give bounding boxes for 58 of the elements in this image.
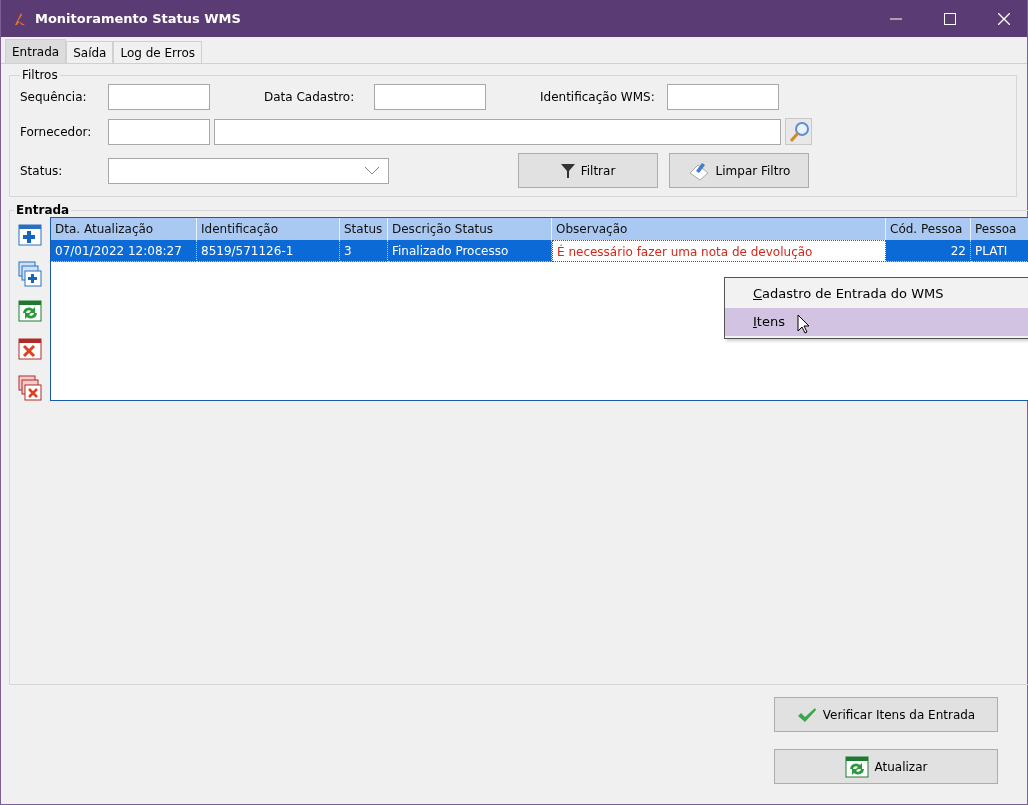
status-dropdown[interactable] xyxy=(108,157,389,184)
app-logo-icon xyxy=(13,11,27,26)
add-multiple-button[interactable] xyxy=(17,261,43,287)
chevron-down-icon xyxy=(364,166,380,175)
window-title: Monitoramento Status WMS xyxy=(35,11,242,26)
input-field[interactable] xyxy=(108,118,210,145)
refresh-icon xyxy=(18,299,42,323)
column-header[interactable]: Status xyxy=(340,218,388,240)
action-button[interactable]: Atualizar xyxy=(774,749,998,784)
add-multiple-icon xyxy=(18,261,42,287)
input-field[interactable] xyxy=(214,118,781,145)
input-field[interactable] xyxy=(108,84,210,110)
menu-item[interactable]: Cadastro de Entrada do WMS xyxy=(725,280,1028,308)
delete-multiple-icon xyxy=(18,375,42,401)
table-cell: 22 xyxy=(886,240,971,262)
column-header[interactable]: Dta. Atualização xyxy=(51,218,197,240)
magnifier-icon xyxy=(787,120,810,143)
field-label: Sequência: xyxy=(20,90,88,104)
menu-item[interactable]: Itens xyxy=(725,308,1028,336)
input-field[interactable] xyxy=(374,84,486,110)
field-label: Data Cadastro: xyxy=(264,90,356,104)
table-cell: 3 xyxy=(340,240,388,262)
table-cell: Finalizado Processo xyxy=(388,240,552,262)
refresh-button[interactable] xyxy=(17,299,43,325)
group-title: Filtros xyxy=(21,68,59,82)
group-title: Entrada xyxy=(15,203,71,217)
column-header[interactable]: Pessoa xyxy=(971,218,1028,240)
refresh-icon xyxy=(844,754,869,779)
column-header[interactable]: Cód. Pessoa xyxy=(886,218,971,240)
eraser-icon xyxy=(687,160,710,181)
input-field[interactable] xyxy=(667,84,779,110)
table-cell: É necessário fazer uma nota de devolução xyxy=(552,240,886,262)
field-label: Fornecedor: xyxy=(20,124,93,139)
table-cell: PLATI xyxy=(971,240,1028,262)
delete-button[interactable] xyxy=(17,337,43,363)
add-icon xyxy=(18,223,42,247)
table-cell: 8519/571126-1 xyxy=(197,240,340,262)
delete-multiple-button[interactable] xyxy=(17,375,43,401)
clear-filter-button[interactable]: Limpar Filtro xyxy=(669,153,809,188)
delete-icon xyxy=(18,337,42,361)
tab[interactable]: Log de Erros xyxy=(113,41,203,63)
checkmark-icon xyxy=(796,706,817,723)
pointer-icon xyxy=(797,314,811,334)
column-header[interactable]: Identificação xyxy=(197,218,340,240)
table-cell: 07/01/2022 12:08:27 xyxy=(51,240,197,262)
field-label: Identificação WMS: xyxy=(540,90,656,104)
field-label: Status: xyxy=(20,163,64,178)
close-icon xyxy=(998,12,1010,25)
action-button[interactable]: Verificar Itens da Entrada xyxy=(774,697,998,732)
tab[interactable]: Entrada xyxy=(5,39,67,63)
column-header[interactable]: Descrição Status xyxy=(388,218,552,240)
maximize-icon xyxy=(944,12,956,25)
column-header[interactable]: Observação xyxy=(552,218,886,240)
filter-button[interactable]: Filtrar xyxy=(518,153,658,188)
funnel-icon xyxy=(560,162,575,179)
add-button[interactable] xyxy=(17,223,43,249)
tab[interactable]: Saída xyxy=(66,41,114,63)
search-button[interactable] xyxy=(785,118,812,145)
